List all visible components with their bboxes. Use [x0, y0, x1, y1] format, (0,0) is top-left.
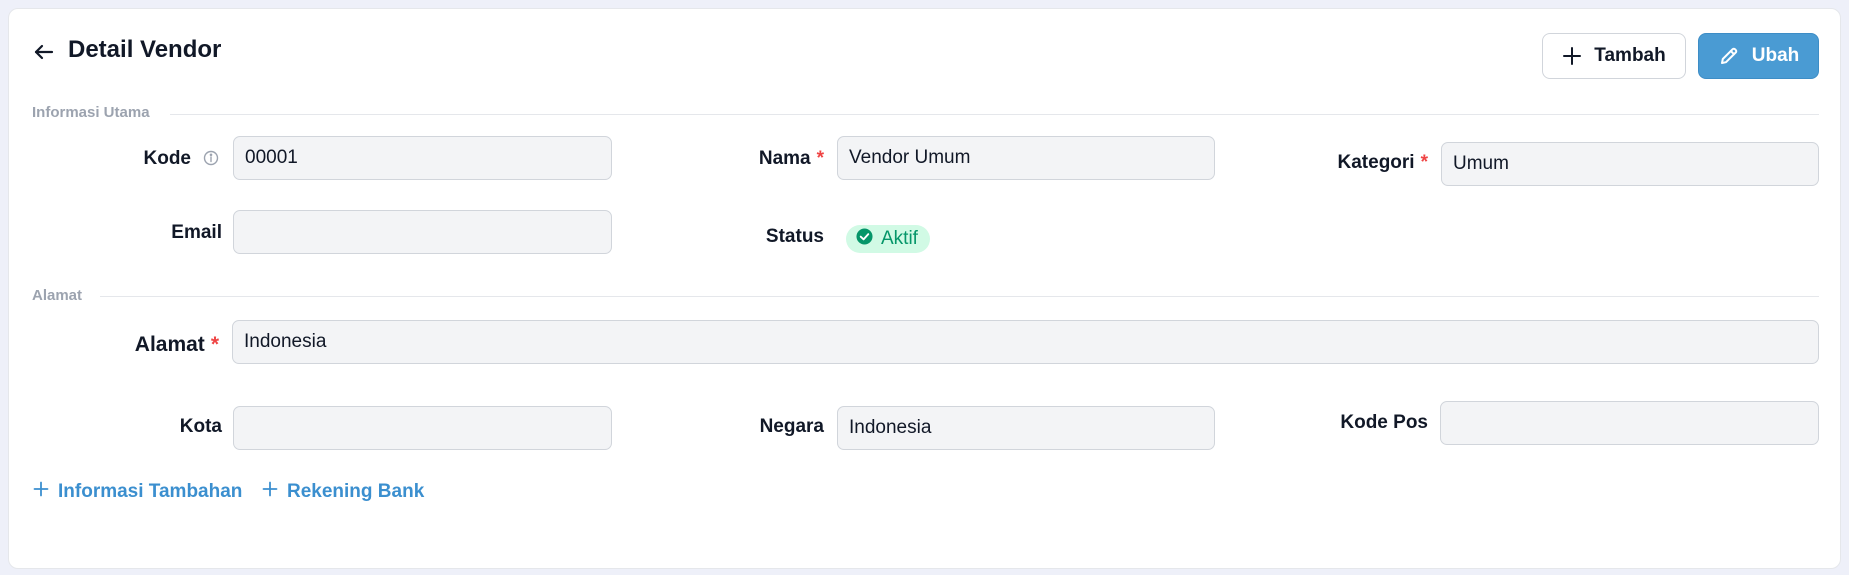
section-divider [100, 296, 1819, 297]
kategori-label: Kategori * [1337, 152, 1428, 173]
back-arrow-icon[interactable] [30, 38, 58, 66]
section-label-main-info: Informasi Utama [32, 104, 150, 121]
alamat-field[interactable]: Indonesia [232, 320, 1819, 364]
add-bank-account-link[interactable]: Rekening Bank [262, 481, 424, 503]
section-divider [170, 114, 1819, 115]
kode-pos-label: Kode Pos [1340, 412, 1428, 433]
kode-field[interactable]: 00001 [233, 136, 612, 180]
plus-icon [262, 481, 278, 503]
edit-button-label: Ubah [1751, 45, 1800, 66]
kode-pos-field[interactable] [1440, 401, 1819, 445]
email-field[interactable] [233, 210, 612, 254]
add-button[interactable]: Tambah [1542, 33, 1686, 79]
kode-label: Kode [143, 148, 192, 169]
plus-icon [33, 481, 49, 503]
add-additional-info-link[interactable]: Informasi Tambahan [33, 481, 242, 503]
check-circle-icon [856, 227, 873, 251]
negara-label: Negara [759, 416, 824, 437]
add-button-label: Tambah [1594, 45, 1666, 66]
alamat-label: Alamat * [134, 333, 219, 356]
status-value: Aktif [881, 228, 918, 249]
section-label-address: Alamat [32, 287, 83, 304]
kota-field[interactable] [233, 406, 612, 450]
add-bank-account-label: Rekening Bank [287, 481, 425, 502]
negara-field[interactable]: Indonesia [837, 406, 1215, 450]
plus-icon [1562, 46, 1582, 66]
kategori-field[interactable]: Umum [1441, 142, 1819, 186]
nama-field[interactable]: Vendor Umum [837, 136, 1215, 180]
status-label: Status [765, 226, 824, 247]
page-title: Detail Vendor [68, 36, 222, 63]
nama-label: Nama * [758, 148, 824, 169]
email-label: Email [171, 222, 222, 243]
pencil-icon [1718, 45, 1740, 67]
edit-button[interactable]: Ubah [1698, 33, 1819, 79]
add-additional-info-label: Informasi Tambahan [58, 481, 243, 502]
status-badge: Aktif [846, 225, 930, 253]
kota-label: Kota [179, 416, 222, 437]
info-icon[interactable] [203, 150, 219, 166]
